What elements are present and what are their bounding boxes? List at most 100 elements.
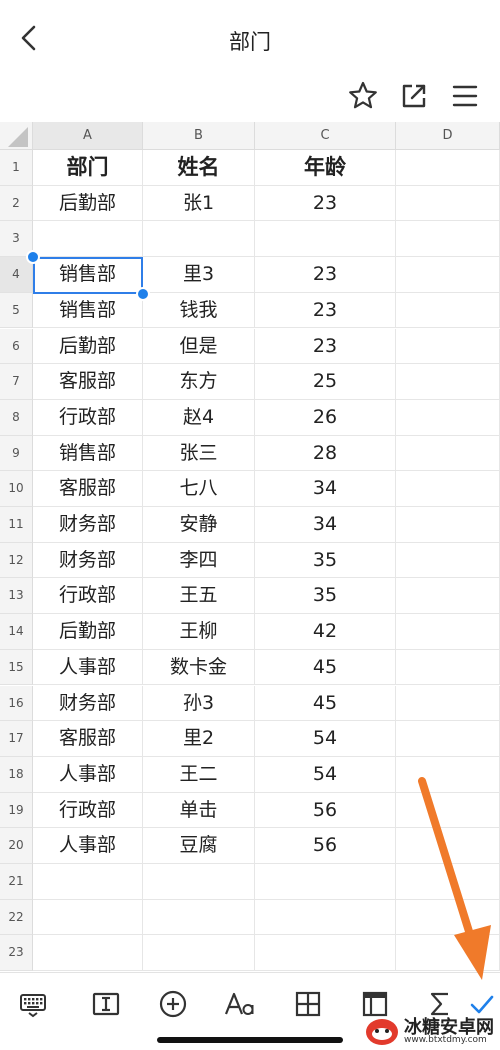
cell-a16[interactable]: 财务部 <box>33 685 143 722</box>
cell-a1[interactable]: 部门 <box>33 150 143 186</box>
row-header-2[interactable]: 2 <box>0 185 33 222</box>
cell-c21[interactable] <box>255 864 396 900</box>
edit-text-button[interactable] <box>89 987 123 1021</box>
cell-d15[interactable] <box>396 649 500 686</box>
cell-d8[interactable] <box>396 399 500 436</box>
cell-b7[interactable]: 东方 <box>143 364 255 400</box>
cell-c22[interactable] <box>255 899 396 936</box>
column-header-d[interactable]: D <box>396 122 500 150</box>
cell-a21[interactable] <box>33 864 143 900</box>
cell-c7[interactable]: 25 <box>255 364 396 400</box>
cell-d18[interactable] <box>396 756 500 793</box>
cell-b2[interactable]: 张1 <box>143 185 255 222</box>
font-format-button[interactable] <box>223 987 257 1021</box>
cell-b9[interactable]: 张三 <box>143 435 255 472</box>
row-header-12[interactable]: 12 <box>0 542 33 579</box>
row-header-1[interactable]: 1 <box>0 150 33 186</box>
cell-c6[interactable]: 23 <box>255 328 396 365</box>
row-header-17[interactable]: 17 <box>0 721 33 757</box>
cell-a14[interactable]: 后勤部 <box>33 614 143 650</box>
cell-c4[interactable]: 23 <box>255 257 396 293</box>
cell-d11[interactable] <box>396 507 500 543</box>
cell-d3[interactable] <box>396 221 500 258</box>
cell-b20[interactable]: 豆腐 <box>143 828 255 864</box>
row-header-11[interactable]: 11 <box>0 507 33 543</box>
cell-d16[interactable] <box>396 685 500 722</box>
cell-c11[interactable]: 34 <box>255 507 396 543</box>
select-all-corner[interactable] <box>0 122 33 150</box>
cell-d23[interactable] <box>396 935 500 972</box>
cell-b18[interactable]: 王二 <box>143 756 255 793</box>
row-header-14[interactable]: 14 <box>0 614 33 650</box>
row-header-9[interactable]: 9 <box>0 435 33 472</box>
row-header-6[interactable]: 6 <box>0 328 33 365</box>
cell-a17[interactable]: 客服部 <box>33 721 143 757</box>
cell-b19[interactable]: 单击 <box>143 792 255 829</box>
favorite-button[interactable] <box>347 80 379 112</box>
row-header-23[interactable]: 23 <box>0 935 33 972</box>
row-header-8[interactable]: 8 <box>0 399 33 436</box>
cell-c16[interactable]: 45 <box>255 685 396 722</box>
column-header-c[interactable]: C <box>255 122 396 150</box>
cell-b6[interactable]: 但是 <box>143 328 255 365</box>
cell-c3[interactable] <box>255 221 396 258</box>
selection-handle-end[interactable] <box>136 287 150 301</box>
cell-a20[interactable]: 人事部 <box>33 828 143 864</box>
row-header-15[interactable]: 15 <box>0 649 33 686</box>
menu-button[interactable] <box>449 80 481 112</box>
cell-b13[interactable]: 王五 <box>143 578 255 615</box>
cell-b1[interactable]: 姓名 <box>143 150 255 186</box>
cell-d12[interactable] <box>396 542 500 579</box>
cell-c20[interactable]: 56 <box>255 828 396 864</box>
cell-a19[interactable]: 行政部 <box>33 792 143 829</box>
cell-d9[interactable] <box>396 435 500 472</box>
cell-c18[interactable]: 54 <box>255 756 396 793</box>
cell-d17[interactable] <box>396 721 500 757</box>
cell-b22[interactable] <box>143 899 255 936</box>
spreadsheet-grid[interactable]: A B C D 1 部门 姓名 年龄 2 后勤部 张1 23 3 4 销售部 里3 23 5 销售部 钱我 23 6 后勤部… <box>0 122 500 972</box>
cell-d13[interactable] <box>396 578 500 615</box>
cell-a8[interactable]: 行政部 <box>33 399 143 436</box>
cell-a6[interactable]: 后勤部 <box>33 328 143 365</box>
cell-d20[interactable] <box>396 828 500 864</box>
cell-a18[interactable]: 人事部 <box>33 756 143 793</box>
cell-c13[interactable]: 35 <box>255 578 396 615</box>
selection-handle-start[interactable] <box>26 250 40 264</box>
row-header-22[interactable]: 22 <box>0 899 33 936</box>
cell-b5[interactable]: 钱我 <box>143 292 255 329</box>
cell-d5[interactable] <box>396 292 500 329</box>
cell-b11[interactable]: 安静 <box>143 507 255 543</box>
cell-d19[interactable] <box>396 792 500 829</box>
cell-d1[interactable] <box>396 150 500 186</box>
cell-a7[interactable]: 客服部 <box>33 364 143 400</box>
cell-a11[interactable]: 财务部 <box>33 507 143 543</box>
cell-a12[interactable]: 财务部 <box>33 542 143 579</box>
cell-b23[interactable] <box>143 935 255 972</box>
cell-b8[interactable]: 赵4 <box>143 399 255 436</box>
cell-d14[interactable] <box>396 614 500 650</box>
cell-d4[interactable] <box>396 257 500 293</box>
cell-d21[interactable] <box>396 864 500 900</box>
column-header-a[interactable]: A <box>33 122 143 150</box>
cell-a4[interactable]: 销售部 <box>33 257 143 293</box>
cell-c5[interactable]: 23 <box>255 292 396 329</box>
cell-b16[interactable]: 孙3 <box>143 685 255 722</box>
cell-d6[interactable] <box>396 328 500 365</box>
cell-c15[interactable]: 45 <box>255 649 396 686</box>
cell-a5[interactable]: 销售部 <box>33 292 143 329</box>
cell-b4[interactable]: 里3 <box>143 257 255 293</box>
row-header-5[interactable]: 5 <box>0 292 33 329</box>
cell-a15[interactable]: 人事部 <box>33 649 143 686</box>
cell-a9[interactable]: 销售部 <box>33 435 143 472</box>
row-header-20[interactable]: 20 <box>0 828 33 864</box>
row-header-13[interactable]: 13 <box>0 578 33 615</box>
cell-a23[interactable] <box>33 935 143 972</box>
row-header-10[interactable]: 10 <box>0 471 33 507</box>
cell-c19[interactable]: 56 <box>255 792 396 829</box>
cell-c10[interactable]: 34 <box>255 471 396 507</box>
cell-b10[interactable]: 七八 <box>143 471 255 507</box>
cell-a13[interactable]: 行政部 <box>33 578 143 615</box>
cell-d7[interactable] <box>396 364 500 400</box>
cell-c8[interactable]: 26 <box>255 399 396 436</box>
cell-b14[interactable]: 王柳 <box>143 614 255 650</box>
